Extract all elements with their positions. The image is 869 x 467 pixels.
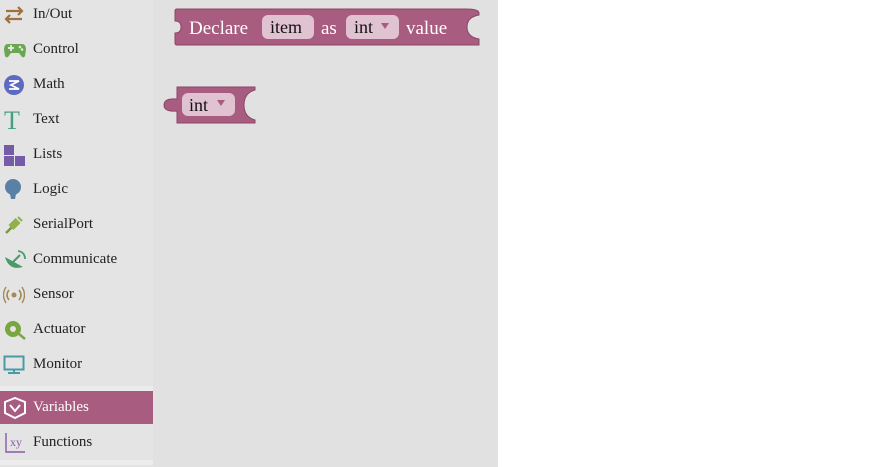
blocks-workspace[interactable]: Declare item as int value int (153, 0, 498, 467)
gamepad-icon (0, 32, 33, 67)
satellite-dish-icon (0, 242, 33, 277)
category-label: Text (33, 111, 60, 127)
lightbulb-icon (0, 172, 33, 207)
workspace-canvas: Declare item as int value int (163, 8, 480, 124)
arrows-in-out-icon (0, 0, 33, 32)
category-sensor[interactable]: Sensor (0, 277, 153, 312)
category-label: Monitor (33, 356, 83, 372)
category-control[interactable]: Control (0, 32, 153, 67)
category-actuator[interactable]: Actuator (0, 312, 153, 347)
category-label: Variables (33, 399, 89, 415)
svg-text:T: T (4, 108, 20, 132)
text-t-icon: T (0, 102, 33, 137)
category-serialport[interactable]: SerialPort (0, 207, 153, 242)
category-communicate[interactable]: Communicate (0, 242, 153, 277)
usb-plug-icon (0, 207, 33, 242)
type-dropdown[interactable]: int (346, 15, 399, 39)
sensor-waves-icon (0, 277, 33, 312)
variables-icon (0, 390, 33, 425)
category-label: Sensor (33, 286, 74, 302)
category-label: SerialPort (33, 216, 93, 232)
category-label: In/Out (33, 6, 73, 22)
category-text[interactable]: T Text (0, 102, 153, 137)
declare-label: Declare (189, 18, 248, 39)
category-label: Communicate (33, 251, 118, 267)
variable-name-text: item (270, 17, 302, 37)
svg-text:xy: xy (10, 435, 22, 449)
monitor-icon (0, 347, 33, 382)
category-monitor[interactable]: Monitor (0, 347, 153, 382)
squares-icon (0, 137, 33, 172)
declare-variable-block[interactable]: Declare item as int value (174, 8, 480, 46)
value-label: value (406, 18, 447, 39)
type-dropdown[interactable]: int (182, 93, 235, 116)
category-lists[interactable]: Lists (0, 137, 153, 172)
as-label: as (321, 18, 337, 39)
category-math[interactable]: Math (0, 67, 153, 102)
category-label: Actuator (33, 321, 86, 337)
type-dropdown-text: int (354, 17, 373, 37)
type-int-block[interactable]: int (163, 86, 256, 124)
variable-name-field[interactable]: item (262, 15, 314, 39)
toolbox-separator (0, 460, 153, 465)
category-label: Math (33, 76, 65, 92)
category-in-out[interactable]: In/Out (0, 0, 153, 32)
function-xy-icon: xy (0, 425, 33, 460)
motor-icon (0, 312, 33, 347)
math-circle-icon (0, 67, 33, 102)
category-label: Functions (33, 434, 93, 450)
type-dropdown-text: int (189, 95, 208, 115)
category-variables[interactable]: Variables (0, 391, 153, 424)
category-functions[interactable]: xy Functions (0, 425, 153, 460)
category-label: Control (33, 41, 79, 57)
toolbox-sidebar: In/Out Control Math T Text Lists Logic S… (0, 0, 153, 467)
category-logic[interactable]: Logic (0, 172, 153, 207)
category-label: Lists (33, 146, 63, 162)
category-label: Logic (33, 181, 68, 197)
